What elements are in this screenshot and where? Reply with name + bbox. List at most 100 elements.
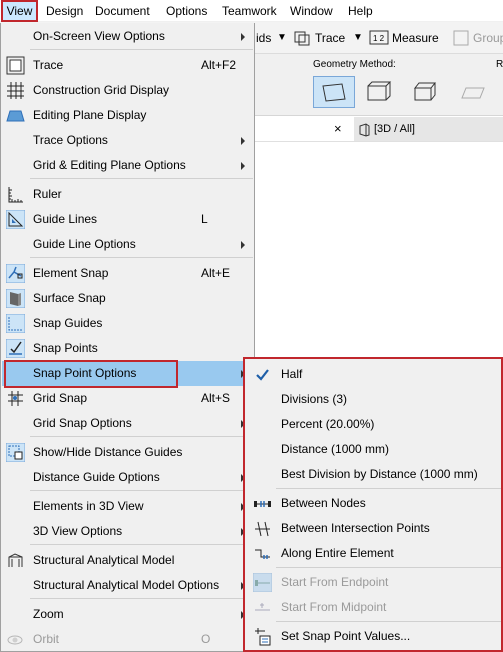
menu-item-label: Grid Snap	[33, 391, 88, 405]
menu-item-label: Trace Options	[33, 133, 108, 147]
menu-help[interactable]: Help	[348, 3, 373, 20]
tab-3d-view-label: [3D / All]	[374, 123, 415, 135]
guide-lines-icon	[5, 209, 26, 230]
group-label[interactable]: Group	[473, 29, 503, 47]
menu-item-trace-options[interactable]: Trace Options	[2, 128, 254, 153]
menu-window[interactable]: Window	[290, 3, 333, 20]
menu-item-label: Grid Snap Options	[33, 416, 132, 430]
structural-model-icon	[6, 551, 25, 570]
r-label: R	[496, 59, 503, 70]
menu-item-guide-line-options[interactable]: Guide Line Options	[2, 232, 254, 257]
menu-item-structural-analytical-model[interactable]: Structural Analytical Model	[2, 548, 254, 573]
ruler-icon	[6, 185, 25, 204]
shortcut-label: O	[201, 632, 211, 646]
menu-item-label: Elements in 3D View	[33, 499, 144, 513]
close-tab-icon[interactable]: ×	[334, 121, 342, 136]
menu-item-label: Trace	[33, 58, 64, 72]
submenu-arrow-icon	[241, 241, 245, 249]
geometry-slanted-button[interactable]	[454, 76, 496, 108]
surface-snap-icon	[5, 288, 26, 309]
menu-item-snap-points[interactable]: Snap Points	[2, 336, 254, 361]
menu-separator	[30, 598, 253, 599]
menu-item-label: Element Snap	[33, 266, 109, 280]
menu-item-trace[interactable]: Trace Alt+F2	[2, 53, 254, 78]
measure-label[interactable]: Measure	[392, 29, 439, 47]
element-snap-icon	[5, 263, 26, 284]
menu-item-label: Grid & Editing Plane Options	[33, 158, 186, 172]
shortcut-label: Alt+S	[201, 391, 231, 405]
menu-item-orbit[interactable]: Orbit O	[2, 627, 254, 652]
snap-points-icon	[5, 338, 26, 359]
menu-item-element-snap[interactable]: Element Snap Alt+E	[2, 261, 254, 286]
menu-options[interactable]: Options	[166, 3, 207, 20]
menu-separator	[30, 490, 253, 491]
menu-design[interactable]: Design	[46, 3, 83, 20]
trace-toolbar-label[interactable]: Trace	[315, 29, 345, 47]
menu-item-3d-view-options[interactable]: 3D View Options	[2, 519, 254, 544]
submenu-callout-box	[243, 357, 503, 652]
menu-view[interactable]: View	[1, 0, 38, 22]
menu-item-label: Orbit	[33, 632, 60, 646]
menu-item-elements-in-3d-view[interactable]: Elements in 3D View	[2, 494, 254, 519]
menu-item-grid-snap[interactable]: Grid Snap Alt+S	[2, 386, 254, 411]
menu-item-surface-snap[interactable]: Surface Snap	[2, 286, 254, 311]
construction-grid-icon	[6, 81, 25, 100]
menu-item-grid-snap-options[interactable]: Grid Snap Options	[2, 411, 254, 436]
menu-item-grid-editing-plane-options[interactable]: Grid & Editing Plane Options	[2, 153, 254, 178]
menu-item-construction-grid-display[interactable]: Construction Grid Display	[2, 78, 254, 103]
dropdown-arrow-icon[interactable]: ▼	[277, 29, 287, 47]
menu-item-on-screen-view-options[interactable]: On-Screen View Options	[2, 24, 254, 49]
menu-item-label: Snap Guides	[33, 316, 103, 330]
menu-item-label: 3D View Options	[33, 524, 123, 538]
geometry-straight-button[interactable]	[313, 76, 355, 108]
shortcut-label: Alt+F2	[201, 58, 237, 72]
grid-snap-icon	[6, 389, 25, 408]
menu-bar: View Design Document Options Teamwork Wi…	[0, 0, 503, 22]
svg-text:1 2: 1 2	[373, 34, 385, 43]
menu-item-editing-plane-display[interactable]: Editing Plane Display	[2, 103, 254, 128]
menu-item-distance-guide-options[interactable]: Distance Guide Options	[2, 465, 254, 490]
3d-view-icon	[358, 122, 371, 137]
dropdown-arrow-icon[interactable]: ▼	[353, 29, 363, 47]
tab-3d-view[interactable]: [3D / All]	[354, 117, 503, 141]
geometry-trapezoid-button[interactable]	[360, 76, 402, 108]
menu-item-label: Guide Lines	[33, 212, 98, 226]
menu-item-show-hide-distance-guides[interactable]: Show/Hide Distance Guides	[2, 440, 254, 465]
menu-item-snap-guides[interactable]: Snap Guides	[2, 311, 254, 336]
menu-item-label: Construction Grid Display	[33, 83, 170, 97]
snap-guides-icon	[5, 313, 26, 334]
submenu-arrow-icon	[241, 137, 245, 145]
group-icon[interactable]	[452, 29, 470, 47]
measure-icon[interactable]: 1 2	[369, 29, 389, 47]
menu-item-label: On-Screen View Options	[33, 29, 165, 43]
menu-item-label: Editing Plane Display	[33, 108, 147, 122]
orbit-icon	[6, 630, 25, 649]
trace-icon	[6, 56, 25, 75]
trace-toolbar-icon[interactable]	[293, 29, 311, 47]
menu-item-ruler[interactable]: Ruler	[2, 182, 254, 207]
menu-item-label: Ruler	[33, 187, 62, 201]
submenu-arrow-icon	[241, 33, 245, 41]
distance-guides-icon	[5, 442, 26, 463]
menu-separator	[30, 544, 253, 545]
menu-item-zoom[interactable]: Zoom	[2, 602, 254, 627]
shortcut-label: L	[201, 212, 208, 226]
menu-item-structural-analytical-model-options[interactable]: Structural Analytical Model Options	[2, 573, 254, 598]
menu-item-label: Guide Line Options	[33, 237, 136, 251]
menu-item-label: Show/Hide Distance Guides	[33, 445, 183, 459]
menu-document[interactable]: Document	[95, 3, 150, 20]
menu-item-label: Zoom	[33, 607, 64, 621]
menu-separator	[30, 178, 253, 179]
menu-item-label: Structural Analytical Model Options	[33, 578, 220, 592]
menu-item-label: Snap Points	[33, 341, 98, 355]
menu-item-guide-lines[interactable]: Guide Lines L	[2, 207, 254, 232]
view-menu: On-Screen View Options Trace Alt+F2 Constru…	[0, 23, 255, 652]
snap-point-options-callout-box	[4, 360, 178, 388]
geometry-polygon-button[interactable]	[407, 76, 449, 108]
geometry-method-label: Geometry Method:	[313, 59, 396, 70]
menu-item-label: Surface Snap	[33, 291, 106, 305]
editing-plane-icon	[6, 106, 25, 125]
menu-item-label: Structural Analytical Model	[33, 553, 175, 567]
menu-teamwork[interactable]: Teamwork	[222, 3, 277, 20]
toolbar-ids-label[interactable]: ids	[256, 29, 271, 47]
